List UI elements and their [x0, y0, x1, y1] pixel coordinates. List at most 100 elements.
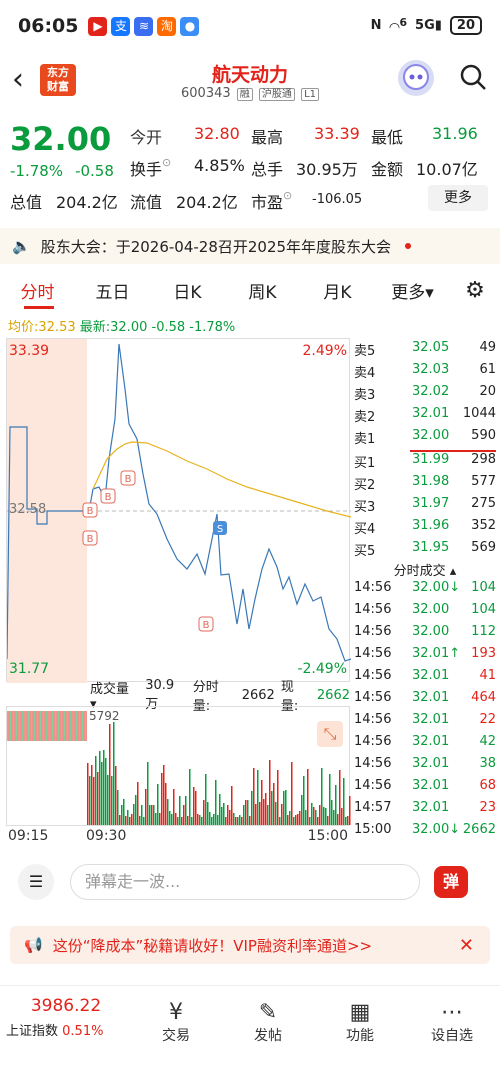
volume-bar: [105, 758, 107, 825]
volume-bar: [315, 810, 317, 825]
notice-bar[interactable]: 🔈 股东大会：于2026-04-28召开2025年年度股东大会: [0, 228, 500, 264]
volume-chart[interactable]: 5792 ⤡: [6, 706, 351, 826]
volume-bar: [299, 811, 301, 825]
volume-bar: [237, 817, 239, 825]
volume-bar: [93, 777, 95, 825]
volume-bar: [199, 815, 201, 825]
amount-label: 金额: [371, 160, 404, 179]
volume-max: 5792: [89, 709, 120, 723]
index-widget[interactable]: 3986.22 上证指数 0.51%: [6, 996, 126, 1039]
volume-bar: [89, 776, 91, 825]
tab-more[interactable]: 更多▾: [375, 278, 450, 303]
volume-bar: [245, 800, 247, 825]
volume-bar: [339, 770, 341, 825]
volume-bar: [227, 805, 229, 825]
volume-bar: [301, 795, 303, 825]
danmu-input[interactable]: 弹幕走一波...: [70, 864, 420, 900]
close-icon[interactable]: ✕: [459, 935, 474, 956]
nfc-icon: N: [370, 18, 382, 34]
volume-bar: [149, 805, 151, 825]
volume-bar: [215, 780, 217, 825]
orderbook-row: 买4 31.96 352: [354, 518, 496, 537]
promo-banner[interactable]: 📢 这份“降成本”秘籍请收好！VIP融资利率通道>> ✕: [10, 926, 490, 964]
buy-markers: B B B B B S: [82, 470, 227, 632]
tab-intraday[interactable]: 分时: [0, 278, 75, 303]
orderbook-row: 卖4 32.03 61: [354, 362, 496, 381]
order-book: 卖5 32.05 49 卖4 32.03 61 卖3 32.02 20 卖2 32.01 1044 卖1…: [350, 340, 500, 562]
search-icon[interactable]: [458, 62, 488, 92]
volume-bar: [277, 770, 279, 825]
volume-bar: [235, 817, 237, 825]
volume-bar: [217, 815, 219, 825]
volume-bar: [157, 784, 159, 825]
volume-bar: [175, 813, 177, 825]
tag-margin: 融: [236, 88, 253, 101]
volume-bar: [275, 802, 277, 825]
volume-bar: [279, 817, 281, 825]
volume-bar: [291, 762, 293, 825]
volume-bar: [131, 814, 133, 825]
function-button[interactable]: ▦ 功能: [320, 1000, 400, 1045]
intraday-chart[interactable]: B B B B B S 33.39 31.77 32.58 2.49% -2.4…: [6, 338, 352, 683]
assistant-robot-icon[interactable]: [398, 60, 434, 96]
volume-bar: [241, 817, 243, 825]
volume-bar: [147, 762, 149, 825]
danmu-toggle-icon[interactable]: ☰: [18, 864, 54, 900]
tab-5day[interactable]: 五日: [75, 278, 150, 303]
volume-svg: [7, 711, 351, 825]
volume-bar: [115, 766, 117, 825]
speaker-icon: 🔈: [12, 237, 31, 255]
tick-row: 14:56 32.00 112: [354, 624, 496, 639]
tick-row: 14:56 32.00 104: [354, 602, 496, 617]
post-button[interactable]: ✎ 发帖: [228, 1000, 308, 1045]
volume-bar: [243, 805, 245, 825]
tab-weekly-k[interactable]: 周K: [225, 278, 300, 303]
yuan-icon: ¥: [169, 1000, 183, 1025]
expand-icon[interactable]: ⤡: [317, 721, 343, 747]
mcap-label: 总值: [10, 193, 43, 212]
volume-bar: [173, 789, 175, 825]
volume-bar: [191, 817, 193, 825]
volume-bar: [141, 805, 143, 825]
volume-bar: [153, 805, 155, 825]
edit-icon: ✎: [258, 1000, 278, 1025]
volume-bar: [345, 817, 347, 825]
alipay-icon: 支: [111, 16, 131, 36]
promo-text: 这份“降成本”秘籍请收好！VIP融资利率通道>>: [52, 936, 373, 955]
tick-row: 14:56 32.01 22: [354, 712, 496, 727]
volume-bar: [283, 791, 285, 825]
trade-button[interactable]: ¥ 交易: [136, 1000, 216, 1045]
volume-bar: [211, 817, 213, 825]
volume-bar: [269, 760, 271, 825]
danmu-send-button[interactable]: 弹: [434, 866, 468, 898]
axis-top-pct: 2.49%: [302, 343, 347, 359]
volume-bar: [167, 799, 169, 825]
volume-bar: [193, 787, 195, 825]
tab-daily-k[interactable]: 日K: [150, 278, 225, 303]
mcap-value: 204.2亿: [56, 193, 118, 212]
volume-bar: [251, 791, 253, 825]
tab-monthly-k[interactable]: 月K: [300, 278, 375, 303]
svg-text:B: B: [105, 492, 112, 503]
app-notification-icon: ▶: [88, 16, 108, 36]
add-watchlist-button[interactable]: ⋯ 设自选: [412, 1000, 492, 1045]
high-label: 最高: [251, 128, 284, 147]
volume-header: 成交量 ▾ 30.9万 分时量: 2662 现量: 2662: [90, 678, 350, 714]
orderbook-row: 卖5 32.05 49: [354, 340, 496, 359]
axis-bottom-pct: -2.49%: [297, 661, 347, 677]
turnover-value: 4.85%: [194, 156, 245, 175]
volume-bar: [143, 817, 145, 825]
ticks-title[interactable]: 分时成交 ▴: [350, 560, 500, 580]
volume-bar: [201, 817, 203, 825]
volume-bar: [303, 776, 305, 825]
axis-top-price: 33.39: [9, 343, 50, 359]
current-price: 32.00: [10, 120, 112, 158]
volume-bar: [135, 795, 137, 825]
settings-gear-icon[interactable]: ⚙: [450, 278, 500, 303]
volume-bar: [151, 805, 153, 825]
low-label: 最低: [371, 128, 404, 147]
more-quote-button[interactable]: 更多: [428, 185, 488, 211]
volume-bar: [249, 816, 251, 825]
volume-bar: [219, 794, 221, 825]
intraday-svg: B B B B B S: [6, 339, 352, 683]
